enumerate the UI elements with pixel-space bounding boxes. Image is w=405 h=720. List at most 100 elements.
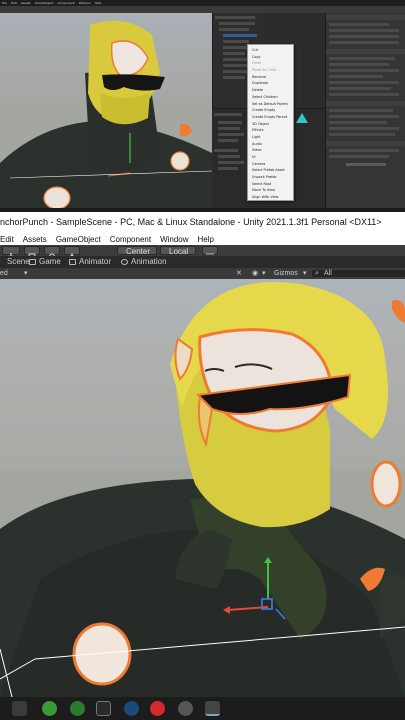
context-menu-item[interactable]: Audio: [248, 141, 293, 148]
top-inspector-header: [326, 141, 405, 146]
scene-toolbar: ed ▾ ✕ ◉ ▾ Gizmos ▾ ⌕ All: [0, 268, 405, 279]
context-menu-item[interactable]: Set as Default Parent: [248, 101, 293, 108]
space-local-button[interactable]: Local: [160, 246, 196, 256]
context-menu-item[interactable]: Select Prefab Asset: [248, 167, 293, 174]
search-filter-text: All: [324, 270, 332, 277]
pivot-center-button[interactable]: Center: [117, 246, 157, 256]
move-tool-button[interactable]: [2, 246, 20, 260]
context-menu-item[interactable]: 3D Object: [248, 121, 293, 128]
tab-animation-label: Animation: [131, 257, 167, 266]
context-menu-item[interactable]: Align View to Selected: [248, 201, 293, 208]
menu-window[interactable]: Window: [160, 235, 188, 244]
visibility-dropdown-icon[interactable]: ▾: [262, 268, 266, 279]
context-menu-item[interactable]: Select Children: [248, 94, 293, 101]
top-menu-window[interactable]: Window: [79, 1, 91, 5]
tab-animator-label: Animator: [79, 257, 112, 266]
top-inspector-row: [329, 155, 389, 158]
top-menu-edit[interactable]: Edit: [11, 1, 17, 5]
top-inspector-header: [326, 15, 405, 20]
main-toolbar: Center Local: [0, 245, 405, 260]
chevron-down-icon[interactable]: ▾: [24, 268, 28, 279]
tab-animator[interactable]: Animator: [66, 256, 118, 268]
gizmos-chevron-icon[interactable]: ▾: [303, 268, 307, 279]
top-menu-gameobject[interactable]: GameObject: [35, 1, 54, 5]
grid-snap-button[interactable]: [202, 246, 218, 260]
context-menu-item[interactable]: Align With View: [248, 194, 293, 201]
obs-icon[interactable]: [178, 701, 193, 716]
context-menu-item[interactable]: Paste As Child: [248, 67, 293, 74]
context-menu-item[interactable]: Cut: [248, 47, 293, 54]
top-inspector-row: [329, 57, 395, 60]
taskbar: [0, 697, 405, 720]
top-inspector-panel[interactable]: [325, 13, 405, 208]
top-inspector-row: [329, 75, 383, 78]
animator-icon: [69, 259, 76, 265]
shading-mode-dropdown[interactable]: ed: [0, 268, 8, 279]
top-project-asset-icon[interactable]: [296, 113, 308, 123]
menu-gameobject[interactable]: GameObject: [56, 235, 101, 244]
menu-assets[interactable]: Assets: [23, 235, 47, 244]
tab-scene[interactable]: Scene: [0, 256, 30, 268]
context-menu-item[interactable]: Create Empty Parent: [248, 114, 293, 121]
top-inspector-row: [329, 149, 399, 152]
top-menu-file[interactable]: File: [2, 1, 7, 5]
menu-bar: Edit Assets GameObject Component Window …: [0, 233, 405, 245]
top-screenshot: File Edit Assets GameObject Component Wi…: [0, 0, 405, 212]
context-menu-item[interactable]: Select Root: [248, 181, 293, 188]
context-menu-item[interactable]: Video: [248, 147, 293, 154]
view-tabs: Scene Game Animator Animation: [0, 256, 405, 268]
opera-icon[interactable]: [150, 701, 165, 716]
menu-component[interactable]: Component: [110, 235, 151, 244]
window-title: nchorPunch - SampleScene - PC, Mac & Lin…: [0, 217, 382, 227]
xbox-icon[interactable]: [42, 701, 57, 716]
context-menu: Cut Copy Paste Paste As Child Rename Duplicat…: [247, 44, 294, 212]
top-toolbar: [0, 6, 405, 13]
top-inspector-row: [329, 81, 399, 84]
custom-tool-button[interactable]: [64, 246, 80, 260]
context-menu-item[interactable]: Duplicate: [248, 80, 293, 87]
top-inspector-row: [329, 29, 399, 32]
tab-animation[interactable]: Animation: [118, 256, 174, 268]
gizmos-dropdown[interactable]: Gizmos: [274, 268, 298, 279]
context-menu-item[interactable]: Paste: [248, 60, 293, 67]
tools-icon[interactable]: ✕: [236, 268, 242, 279]
top-add-component-button[interactable]: [346, 163, 386, 166]
visibility-icon[interactable]: ◉: [252, 268, 258, 279]
top-inspector-row: [329, 121, 387, 124]
start-icon[interactable]: [12, 701, 27, 716]
top-scene-view[interactable]: [0, 13, 212, 208]
epic-games-icon[interactable]: [96, 701, 111, 716]
context-menu-item[interactable]: Delete: [248, 87, 293, 94]
top-inspector-row: [329, 41, 399, 44]
unity-icon[interactable]: [205, 701, 220, 716]
xbox-app-icon[interactable]: [70, 701, 85, 716]
top-menu-component[interactable]: Component: [57, 1, 74, 5]
context-menu-item[interactable]: Camera: [248, 161, 293, 168]
context-menu-item[interactable]: Copy: [248, 54, 293, 61]
top-menu-help[interactable]: Help: [95, 1, 102, 5]
top-inspector-row: [329, 115, 399, 118]
context-menu-item[interactable]: Rename: [248, 74, 293, 81]
top-inspector-row: [329, 69, 399, 72]
context-menu-item[interactable]: Move To View: [248, 187, 293, 194]
tab-game[interactable]: Game: [26, 256, 64, 268]
scene-search-input[interactable]: ⌕ All: [312, 270, 405, 277]
top-inspector-header: [326, 101, 405, 106]
game-icon: [29, 259, 36, 265]
menu-help[interactable]: Help: [198, 235, 214, 244]
context-menu-item[interactable]: Light: [248, 134, 293, 141]
rect-tool-button[interactable]: [24, 246, 40, 260]
scene-view[interactable]: [0, 279, 405, 697]
context-menu-item[interactable]: UI: [248, 154, 293, 161]
context-menu-item[interactable]: Create Empty: [248, 107, 293, 114]
top-inspector-row: [329, 133, 395, 136]
top-inspector-row: [329, 35, 399, 38]
context-menu-item[interactable]: Effects: [248, 127, 293, 134]
steam-icon[interactable]: [124, 701, 139, 716]
context-menu-item[interactable]: Unpack Prefab: [248, 174, 293, 181]
menu-edit[interactable]: Edit: [0, 235, 14, 244]
tab-game-label: Game: [39, 257, 61, 266]
top-inspector-row: [329, 63, 389, 66]
transform-tool-button[interactable]: [44, 246, 60, 260]
top-menu-assets[interactable]: Assets: [21, 1, 31, 5]
